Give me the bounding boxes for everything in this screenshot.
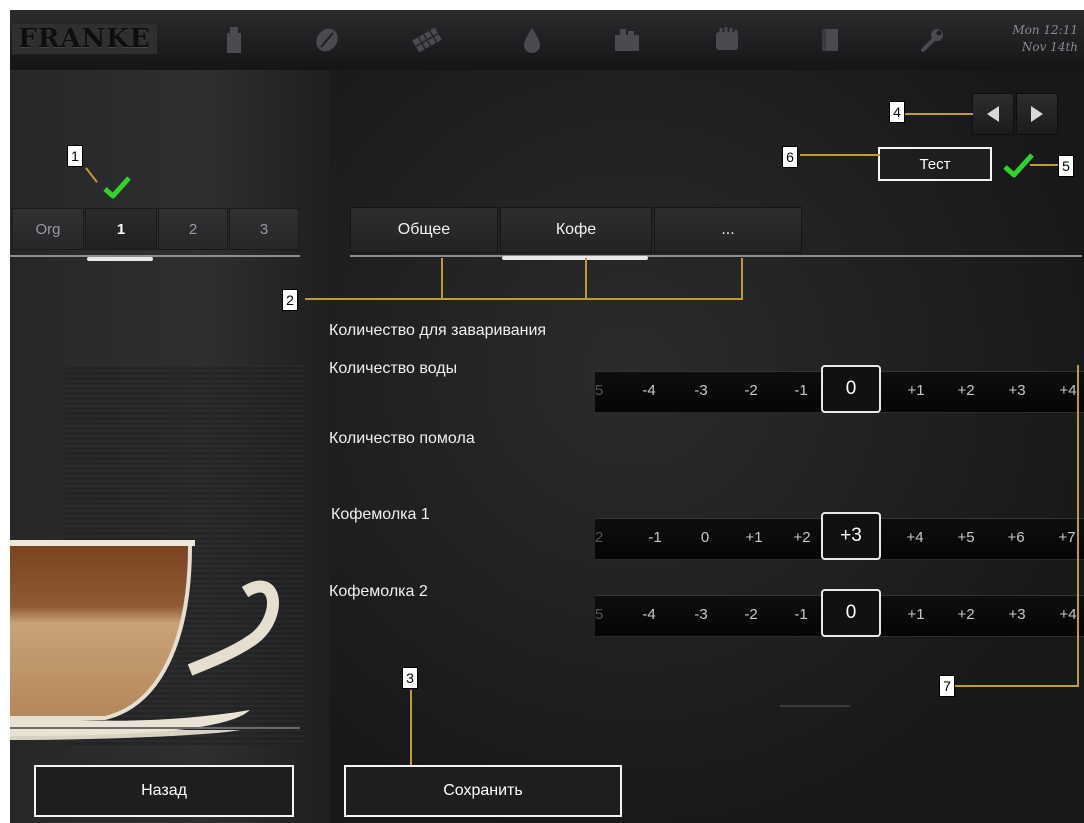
scale-value[interactable]: +1: [729, 529, 779, 546]
scale-value[interactable]: +2: [777, 529, 827, 546]
callout-3: 3: [402, 667, 418, 689]
cleaning-icon[interactable]: [610, 24, 644, 56]
category-tabs-rule: [350, 255, 1082, 257]
scale-value[interactable]: -1: [776, 382, 826, 399]
tab-general[interactable]: Общее: [350, 207, 498, 253]
callout-4: 4: [889, 101, 905, 123]
scale-value[interactable]: +1: [891, 382, 941, 399]
callout-line-2c: [741, 258, 743, 300]
callout-6: 6: [782, 146, 798, 168]
callout-7: 7: [939, 675, 955, 697]
water-drop-icon[interactable]: [515, 24, 549, 56]
coffee-cup-image: [10, 540, 279, 740]
coffee-bean-icon[interactable]: [310, 24, 344, 56]
callout-5: 5: [1058, 155, 1074, 177]
callout-line-2: [305, 298, 743, 300]
date-text: Nov 14th: [1021, 40, 1078, 54]
cup-base-line: [10, 727, 300, 729]
test-button[interactable]: Тест: [878, 147, 992, 181]
callout-line-2a: [441, 258, 443, 300]
callout-line-2b: [585, 258, 587, 300]
tab-coffee[interactable]: Кофе: [500, 207, 652, 253]
callout-2: 2: [282, 289, 298, 311]
scale-value[interactable]: 0: [680, 529, 730, 546]
callout-line-5: [1030, 164, 1058, 166]
scale-value[interactable]: 5: [595, 382, 624, 399]
tab-org[interactable]: Org: [12, 208, 84, 250]
machine-screen: FRANKE Mon 12:11 Nov 14th Org 1 2 3 Обще…: [10, 10, 1084, 823]
tab-product-3[interactable]: 3: [229, 208, 299, 250]
callout-line-7: [955, 685, 1079, 687]
scale-value[interactable]: +1: [891, 606, 941, 623]
callout-line-7a: [1077, 365, 1079, 685]
back-button[interactable]: Назад: [34, 765, 294, 817]
grinder2-label: Кофемолка 2: [329, 583, 428, 600]
scale-value[interactable]: -4: [624, 606, 674, 623]
chocolate-bar-icon[interactable]: [410, 24, 444, 56]
franke-logo: FRANKE: [12, 24, 157, 54]
scale-value[interactable]: -1: [776, 606, 826, 623]
brew-quantity-heading: Количество для заваривания: [329, 322, 547, 339]
scale-value[interactable]: 5: [595, 606, 624, 623]
product-tabs-rule: [10, 255, 300, 257]
grind-quantity-heading: Количество помола: [329, 430, 475, 447]
active-category-indicator: [502, 256, 648, 260]
date-time: Mon 12:11 Nov 14th: [1012, 22, 1078, 56]
tab-product-1[interactable]: 1: [85, 208, 157, 250]
tab-more[interactable]: ...: [654, 207, 802, 253]
scale-value[interactable]: -2: [726, 382, 776, 399]
save-button[interactable]: Сохранить: [344, 765, 622, 817]
scale-value[interactable]: +4: [890, 529, 940, 546]
callout-line-3: [410, 690, 412, 765]
active-tab-indicator: [87, 257, 153, 261]
scale-value[interactable]: +6: [991, 529, 1041, 546]
previous-button[interactable]: [972, 93, 1014, 135]
wrench-icon[interactable]: [915, 24, 949, 56]
scale-value[interactable]: -2: [726, 606, 776, 623]
scale-value[interactable]: -3: [676, 382, 726, 399]
check-icon: [103, 176, 131, 199]
callout-1: 1: [67, 145, 83, 167]
top-bar: FRANKE Mon 12:11 Nov 14th: [10, 10, 1084, 71]
scale-value[interactable]: -3: [676, 606, 726, 623]
door-icon[interactable]: [813, 24, 847, 56]
water-selected-value[interactable]: 0: [821, 365, 881, 413]
product-icon[interactable]: [217, 24, 251, 56]
hand-icon[interactable]: [710, 24, 744, 56]
tab-product-2[interactable]: 2: [158, 208, 228, 250]
scale-value[interactable]: -1: [630, 529, 680, 546]
time-text: Mon 12:11: [1012, 23, 1078, 37]
scale-value[interactable]: +2: [941, 606, 991, 623]
check-icon: [1003, 153, 1034, 178]
scale-value[interactable]: -4: [624, 382, 674, 399]
grinder1-selected-value[interactable]: +3: [821, 512, 881, 560]
next-button[interactable]: [1016, 93, 1058, 135]
scale-value[interactable]: +3: [992, 382, 1042, 399]
callout-line-6: [800, 154, 880, 156]
callout-line-4: [905, 113, 973, 115]
scale-value[interactable]: +2: [941, 382, 991, 399]
scale-value[interactable]: +3: [992, 606, 1042, 623]
divider: [780, 705, 850, 707]
scale-value[interactable]: +5: [941, 529, 991, 546]
water-quantity-label: Количество воды: [329, 360, 458, 377]
grinder1-label: Кофемолка 1: [331, 506, 430, 523]
scale-value[interactable]: 2: [595, 529, 624, 546]
grinder2-selected-value[interactable]: 0: [821, 589, 881, 637]
